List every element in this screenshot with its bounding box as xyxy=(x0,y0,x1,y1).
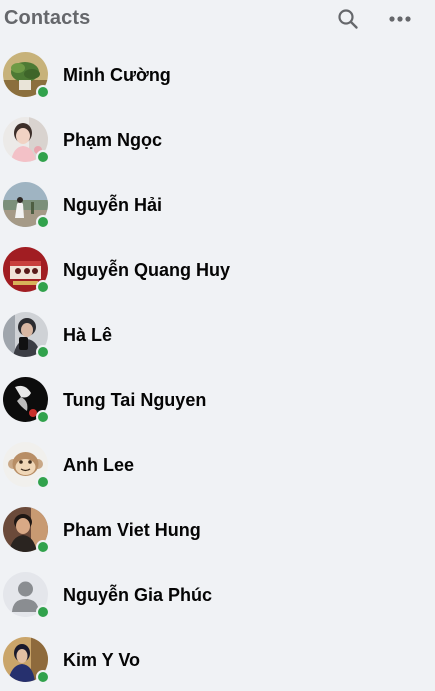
online-status-dot xyxy=(36,410,50,424)
contact-item[interactable]: Nguyễn Quang Huy xyxy=(0,237,435,302)
avatar xyxy=(3,572,50,619)
contacts-panel: Contacts Minh Cường Phạm Ngọc Nguyễn Hải… xyxy=(0,0,435,691)
avatar xyxy=(3,247,50,294)
contact-item[interactable]: Kim Y Vo xyxy=(0,627,435,691)
online-status-dot xyxy=(36,605,50,619)
contacts-list: Minh Cường Phạm Ngọc Nguyễn Hải Nguyễn Q… xyxy=(0,42,435,691)
search-button[interactable] xyxy=(333,4,363,34)
avatar xyxy=(3,117,50,164)
contact-item[interactable]: Pham Viet Hung xyxy=(0,497,435,562)
avatar xyxy=(3,312,50,359)
online-status-dot xyxy=(36,150,50,164)
contact-item[interactable]: Tung Tai Nguyen xyxy=(0,367,435,432)
contact-name: Hà Lê xyxy=(63,325,113,345)
contact-item[interactable]: Anh Lee xyxy=(0,432,435,497)
contact-name: Tung Tai Nguyen xyxy=(63,390,207,410)
contact-item[interactable]: Phạm Ngọc xyxy=(0,107,435,172)
contact-name: Kim Y Vo xyxy=(63,650,141,670)
online-status-dot xyxy=(36,215,50,229)
contact-item[interactable]: Minh Cường xyxy=(0,42,435,107)
contact-name: Anh Lee xyxy=(63,455,135,475)
avatar xyxy=(3,377,50,424)
avatar xyxy=(3,637,50,684)
online-status-dot xyxy=(36,280,50,294)
contacts-title: Contacts xyxy=(4,7,91,29)
avatar xyxy=(3,507,50,554)
avatar xyxy=(3,52,50,99)
contact-item[interactable]: Nguyễn Gia Phúc xyxy=(0,562,435,627)
contact-name: Nguyễn Quang Huy xyxy=(63,260,231,280)
more-options-button[interactable] xyxy=(385,4,415,34)
online-status-dot xyxy=(36,345,50,359)
contact-name: Pham Viet Hung xyxy=(63,520,201,540)
contact-item[interactable]: Nguyễn Hải xyxy=(0,172,435,237)
online-status-dot xyxy=(36,540,50,554)
contacts-header: Contacts xyxy=(0,0,435,38)
avatar xyxy=(3,442,50,489)
online-status-dot xyxy=(36,475,50,489)
contact-item[interactable]: Hà Lê xyxy=(0,302,435,367)
contact-name: Minh Cường xyxy=(63,65,171,85)
online-status-dot xyxy=(36,670,50,684)
contact-name: Nguyễn Gia Phúc xyxy=(63,585,213,605)
more-horizontal-icon xyxy=(389,16,411,22)
search-icon xyxy=(338,9,358,29)
avatar xyxy=(3,182,50,229)
contact-name: Phạm Ngọc xyxy=(63,130,163,150)
online-status-dot xyxy=(36,85,50,99)
contact-name: Nguyễn Hải xyxy=(63,195,163,215)
